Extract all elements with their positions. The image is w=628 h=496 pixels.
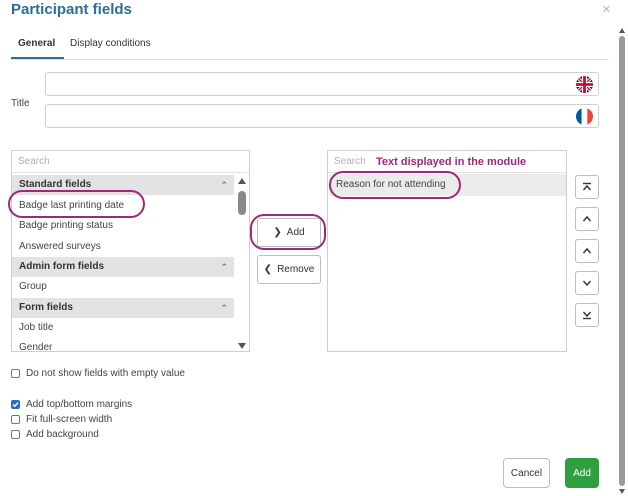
selected-fields-panel: Reason for not attending (327, 150, 567, 352)
close-icon[interactable]: × (602, 1, 611, 18)
option-background[interactable]: Add background (11, 429, 99, 440)
available-search (12, 151, 249, 173)
move-top-icon (582, 182, 592, 191)
scroll-down-icon[interactable] (238, 343, 246, 349)
move-down-button[interactable] (575, 271, 599, 295)
checkbox-unchecked[interactable] (11, 430, 20, 439)
add-button[interactable]: Add (565, 458, 599, 488)
list-item[interactable]: Badge printing status (12, 216, 234, 236)
move-down-icon (582, 280, 592, 287)
title-input-english (45, 72, 599, 96)
uk-flag-icon (576, 76, 593, 93)
checkbox-checked[interactable] (11, 400, 20, 409)
scroll-down-icon[interactable] (619, 489, 625, 494)
selected-list-item[interactable]: Reason for not attending (329, 174, 566, 196)
scroll-thumb[interactable] (619, 36, 625, 486)
chevron-up-icon: ⌃ (220, 180, 228, 190)
tabs-divider (11, 59, 609, 60)
option-label: Add top/bottom margins (26, 399, 133, 410)
group-header-form-fields[interactable]: Form fields ⌃ (12, 298, 234, 318)
cancel-button[interactable]: Cancel (503, 458, 550, 488)
group-label: Admin form fields (19, 261, 105, 272)
tab-bar: General Display conditions (11, 38, 311, 59)
title-label: Title (11, 98, 30, 109)
add-field-label: Add (286, 227, 305, 238)
list-item[interactable]: Group (12, 277, 234, 297)
move-up-button[interactable] (575, 239, 599, 263)
option-hide-empty[interactable]: Do not show fields with empty value (11, 368, 185, 379)
list-item[interactable]: Answered surveys (12, 237, 234, 257)
chevron-up-icon: ⌃ (220, 303, 228, 313)
scroll-up-icon[interactable] (238, 178, 246, 184)
group-label: Standard fields (19, 179, 92, 190)
remove-field-button[interactable]: ❮ Remove (257, 255, 321, 284)
move-up-icon (582, 215, 592, 222)
checkbox-unchecked[interactable] (11, 369, 20, 378)
dialog-scrollbar[interactable] (619, 28, 625, 494)
add-field-button[interactable]: ❯ Add (257, 218, 321, 247)
scroll-thumb[interactable] (238, 191, 246, 215)
option-label: Fit full-screen width (26, 414, 113, 425)
tab-display-conditions[interactable]: Display conditions (70, 38, 151, 49)
move-bottom-button[interactable] (575, 303, 599, 327)
group-label: Form fields (19, 302, 73, 313)
dialog-title: Participant fields (11, 1, 132, 18)
move-up-icon (582, 247, 592, 254)
list-item[interactable]: Job title (12, 318, 234, 338)
option-label: Add background (26, 429, 99, 440)
option-label: Do not show fields with empty value (26, 368, 185, 379)
option-fit-width[interactable]: Fit full-screen width (11, 414, 112, 425)
annotation-label: Text displayed in the module (376, 156, 527, 168)
chevron-left-icon: ❮ (263, 264, 273, 275)
move-bottom-icon (582, 311, 592, 320)
title-field-en[interactable] (46, 73, 566, 95)
group-header-admin-form-fields[interactable]: Admin form fields ⌃ (12, 257, 234, 277)
move-top-button[interactable] (575, 175, 599, 199)
move-up-button[interactable] (575, 207, 599, 231)
title-input-french (45, 104, 599, 128)
available-search-input[interactable] (12, 151, 249, 172)
title-field-fr[interactable] (46, 105, 566, 127)
tab-general[interactable]: General (18, 38, 55, 49)
list-item[interactable]: Gender (12, 338, 234, 351)
chevron-up-icon: ⌃ (220, 262, 228, 272)
group-header-standard-fields[interactable]: Standard fields ⌃ (12, 175, 234, 195)
france-flag-icon (576, 108, 593, 125)
chevron-right-icon: ❯ (273, 227, 282, 238)
check-icon (12, 402, 19, 408)
list-scrollbar[interactable] (236, 175, 248, 351)
remove-field-label: Remove (277, 264, 315, 275)
checkbox-unchecked[interactable] (11, 415, 20, 424)
available-fields-panel: Standard fields ⌃ Badge last printing da… (11, 150, 250, 352)
scroll-up-icon[interactable] (619, 28, 625, 33)
option-margins[interactable]: Add top/bottom margins (11, 399, 132, 410)
list-item[interactable]: Badge last printing date (12, 196, 234, 216)
